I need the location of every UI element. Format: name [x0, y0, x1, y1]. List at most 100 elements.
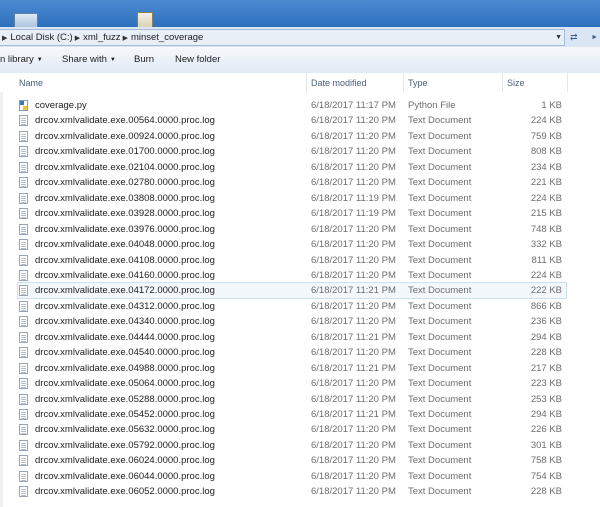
file-name: drcov.xmlvalidate.exe.05452.0000.proc.lo…: [35, 409, 215, 420]
file-type: Text Document: [408, 362, 472, 374]
file-name: drcov.xmlvalidate.exe.05632.0000.proc.lo…: [35, 424, 215, 436]
file-row[interactable]: drcov.xmlvalidate.exe.04340.0000.proc.lo…: [18, 314, 566, 329]
file-type: Text Document: [408, 455, 472, 467]
file-row[interactable]: drcov.xmlvalidate.exe.06044.0000.proc.lo…: [18, 469, 566, 484]
file-size: 748 KB: [530, 223, 562, 235]
file-row[interactable]: drcov.xmlvalidate.exe.03808.0000.proc.lo…: [18, 191, 566, 206]
text-file-icon: [19, 269, 28, 281]
file-row[interactable]: drcov.xmlvalidate.exe.04048.0000.proc.lo…: [18, 237, 566, 252]
file-row[interactable]: drcov.xmlvalidate.exe.05792.0000.proc.lo…: [18, 438, 566, 453]
text-file-icon: [19, 455, 28, 467]
column-size[interactable]: Size: [507, 78, 525, 88]
file-date-modified: 6/18/2017 11:20 PM: [311, 470, 396, 482]
file-size: 221 KB: [530, 177, 562, 189]
file-date-modified: 6/18/2017 11:20 PM: [311, 347, 396, 359]
breadcrumb-chevron-icon[interactable]: ▶: [123, 34, 128, 42]
text-file-icon: [19, 130, 28, 142]
column-date-modified[interactable]: Date modified: [311, 78, 367, 88]
breadcrumb-local-disk[interactable]: Local Disk (C:): [10, 32, 72, 43]
column-divider[interactable]: [306, 73, 307, 92]
text-file-icon: [19, 300, 28, 312]
file-size: 224 KB: [530, 269, 562, 281]
file-row[interactable]: drcov.xmlvalidate.exe.04540.0000.proc.lo…: [18, 345, 566, 360]
file-row[interactable]: drcov.xmlvalidate.exe.04312.0000.proc.lo…: [18, 299, 566, 314]
file-name: drcov.xmlvalidate.exe.03808.0000.proc.lo…: [35, 192, 215, 204]
file-row[interactable]: drcov.xmlvalidate.exe.02104.0000.proc.lo…: [18, 160, 566, 175]
file-row[interactable]: drcov.xmlvalidate.exe.04160.0000.proc.lo…: [18, 268, 566, 283]
file-row[interactable]: drcov.xmlvalidate.exe.04988.0000.proc.lo…: [18, 361, 566, 376]
document-icon: [137, 12, 153, 28]
refresh-icon[interactable]: ⇄: [570, 32, 578, 43]
file-date-modified: 6/18/2017 11:20 PM: [311, 486, 396, 498]
file-row[interactable]: drcov.xmlvalidate.exe.00564.0000.proc.lo…: [18, 113, 566, 128]
file-row[interactable]: drcov.xmlvalidate.exe.04108.0000.proc.lo…: [18, 253, 566, 268]
file-date-modified: 6/18/2017 11:20 PM: [311, 424, 396, 436]
file-name: drcov.xmlvalidate.exe.03976.0000.proc.lo…: [35, 223, 215, 235]
text-file-icon: [19, 239, 28, 251]
file-row[interactable]: drcov.xmlvalidate.exe.04172.0000.proc.lo…: [17, 282, 567, 300]
share-with-button[interactable]: Share with ▼: [62, 54, 116, 65]
file-row[interactable]: drcov.xmlvalidate.exe.05632.0000.proc.lo…: [18, 422, 566, 437]
column-divider[interactable]: [403, 73, 404, 92]
file-date-modified: 6/18/2017 11:20 PM: [311, 378, 396, 390]
text-file-icon: [19, 331, 28, 343]
file-name: drcov.xmlvalidate.exe.03928.0000.proc.lo…: [35, 208, 215, 220]
burn-button[interactable]: Burn: [134, 54, 154, 65]
file-size: 228 KB: [530, 486, 562, 498]
address-dropdown-icon[interactable]: ▼: [555, 34, 562, 41]
include-in-library-button[interactable]: n library ▼: [0, 54, 43, 65]
file-date-modified: 6/18/2017 11:21 PM: [311, 362, 396, 374]
column-name[interactable]: Name: [19, 78, 43, 88]
file-row[interactable]: drcov.xmlvalidate.exe.05064.0000.proc.lo…: [18, 376, 566, 391]
file-row[interactable]: coverage.py 6/18/2017 11:17 PM Python File…: [18, 98, 566, 113]
file-size: 294 KB: [530, 409, 562, 420]
text-file-icon: [19, 378, 28, 390]
file-row[interactable]: drcov.xmlvalidate.exe.00924.0000.proc.lo…: [18, 129, 566, 144]
text-file-icon: [19, 362, 28, 374]
text-file-icon: [19, 115, 28, 127]
file-row[interactable]: drcov.xmlvalidate.exe.02780.0000.proc.lo…: [18, 175, 566, 190]
file-row[interactable]: drcov.xmlvalidate.exe.01700.0000.proc.lo…: [18, 144, 566, 159]
computer-icon: [14, 13, 38, 28]
column-type[interactable]: Type: [408, 78, 428, 88]
file-name: drcov.xmlvalidate.exe.04172.0000.proc.lo…: [35, 285, 215, 297]
file-row[interactable]: drcov.xmlvalidate.exe.03928.0000.proc.lo…: [18, 206, 566, 221]
python-file-icon: [19, 100, 28, 111]
file-date-modified: 6/18/2017 11:19 PM: [311, 192, 396, 204]
file-row[interactable]: drcov.xmlvalidate.exe.06052.0000.proc.lo…: [18, 484, 566, 499]
new-folder-button[interactable]: New folder: [175, 54, 220, 65]
file-name: drcov.xmlvalidate.exe.06044.0000.proc.lo…: [35, 470, 215, 482]
file-row[interactable]: drcov.xmlvalidate.exe.03976.0000.proc.lo…: [18, 222, 566, 237]
file-date-modified: 6/18/2017 11:20 PM: [311, 239, 396, 251]
file-type: Text Document: [408, 470, 472, 482]
file-type: Text Document: [408, 285, 472, 297]
column-divider[interactable]: [502, 73, 503, 92]
navigation-pane-edge[interactable]: [0, 92, 3, 507]
file-date-modified: 6/18/2017 11:20 PM: [311, 161, 396, 173]
breadcrumb-minset-coverage[interactable]: minset_coverage: [131, 32, 203, 43]
breadcrumb-chevron-icon[interactable]: ▶: [2, 34, 7, 42]
file-name: drcov.xmlvalidate.exe.00924.0000.proc.lo…: [35, 130, 215, 142]
text-file-icon: [19, 424, 28, 436]
text-file-icon: [19, 223, 28, 235]
breadcrumb-xml-fuzz[interactable]: xml_fuzz: [83, 32, 120, 43]
file-date-modified: 6/18/2017 11:20 PM: [311, 316, 396, 328]
file-row[interactable]: drcov.xmlvalidate.exe.04444.0000.proc.lo…: [18, 330, 566, 345]
address-bar[interactable]: ▶ Local Disk (C:) ▶ xml_fuzz ▶ minset_co…: [0, 29, 565, 46]
file-type: Text Document: [408, 269, 472, 281]
file-type: Text Document: [408, 439, 472, 451]
column-header-row: Name Date modified Type Size: [0, 73, 600, 92]
file-type: Text Document: [408, 409, 472, 420]
breadcrumb-chevron-icon[interactable]: ▶: [75, 34, 80, 42]
dropdown-arrow-icon: ▼: [109, 57, 116, 63]
file-type: Text Document: [408, 130, 472, 142]
back-forward-icon[interactable]: ►: [591, 34, 598, 41]
text-file-icon: [19, 316, 28, 328]
file-name: drcov.xmlvalidate.exe.05288.0000.proc.lo…: [35, 393, 215, 405]
file-date-modified: 6/18/2017 11:20 PM: [311, 146, 396, 158]
text-file-icon: [19, 177, 28, 189]
file-size: 222 KB: [530, 285, 562, 297]
file-row[interactable]: drcov.xmlvalidate.exe.05452.0000.proc.lo…: [18, 407, 566, 422]
file-row[interactable]: drcov.xmlvalidate.exe.05288.0000.proc.lo…: [18, 392, 566, 407]
file-row[interactable]: drcov.xmlvalidate.exe.06024.0000.proc.lo…: [18, 453, 566, 468]
